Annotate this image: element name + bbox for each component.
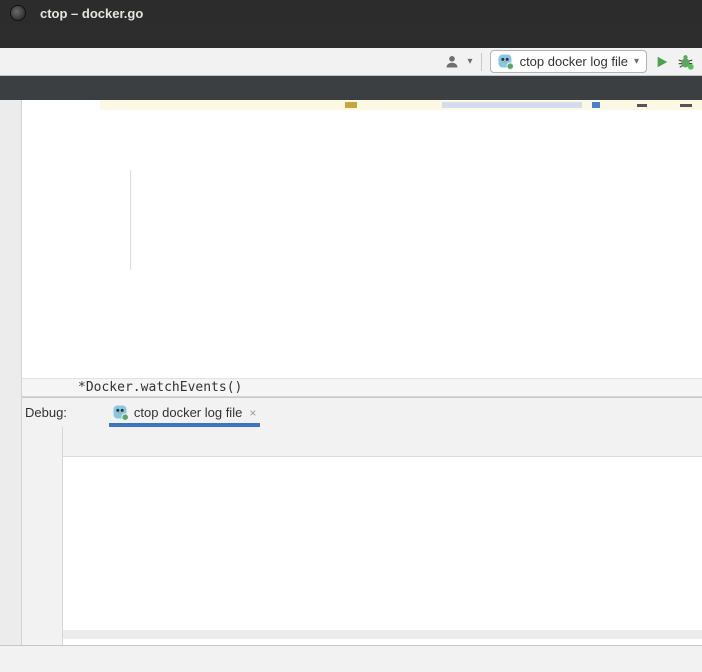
status-bar (0, 645, 702, 672)
toolbar-divider (481, 53, 482, 71)
debug-view-tabs (63, 427, 702, 457)
go-run-config-icon (498, 54, 514, 70)
chevron-down-icon: ▾ (468, 56, 473, 67)
title-bar: ctop – docker.go (0, 0, 702, 26)
debug-session-tab-label: ctop docker log file (134, 405, 242, 420)
close-icon[interactable]: × (249, 406, 256, 420)
window-title: ctop – docker.go (40, 6, 143, 21)
run-configuration-select[interactable]: ctop docker log file ▾ (490, 50, 647, 73)
enclosing-function-label: *Docker.watchEvents() (78, 380, 242, 395)
log-console[interactable] (63, 457, 702, 630)
navigation-toolbar: ▾ ctop docker log file ▾ (0, 48, 702, 76)
text-fragment (680, 104, 692, 107)
horizontal-scrollbar[interactable] (63, 630, 702, 639)
toolbar-right: ▾ ctop docker log file ▾ (444, 50, 702, 73)
indent-guide (130, 170, 131, 270)
menu-bar (0, 26, 702, 48)
debug-left-toolbar (22, 427, 62, 645)
debug-tool-window-header: Debug: ctop docker log file × (22, 397, 702, 427)
debug-content (62, 427, 702, 645)
tool-window-strip (0, 100, 22, 645)
text-fragment (637, 104, 647, 107)
editor-tab-bar (0, 76, 702, 100)
go-run-config-icon (113, 405, 129, 421)
window-button-icon[interactable] (10, 5, 26, 21)
debug-session-tab[interactable]: ctop docker log file × (109, 398, 260, 427)
selection-fragment (442, 102, 582, 108)
highlight-fragment (592, 102, 600, 108)
debug-panel-label: Debug: (25, 405, 67, 420)
partial-line (100, 100, 702, 110)
sticky-context-line[interactable]: *Docker.watchEvents() (22, 378, 702, 397)
chevron-down-icon: ▾ (634, 56, 639, 67)
debug-button[interactable] (677, 53, 694, 70)
run-button[interactable] (655, 55, 669, 69)
run-configuration-label: ctop docker log file (520, 54, 628, 69)
user-icon[interactable] (444, 54, 460, 70)
code-editor[interactable] (22, 100, 702, 378)
highlight-fragment (345, 102, 357, 108)
